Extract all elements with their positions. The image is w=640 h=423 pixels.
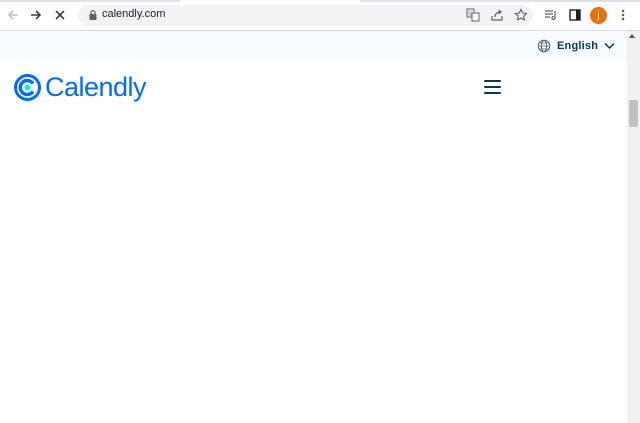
profile-avatar[interactable]: j xyxy=(590,7,607,24)
translate-icon[interactable]: G xyxy=(466,8,480,22)
logo-wordmark: Calendly xyxy=(45,71,147,102)
url-text[interactable]: calendly.com xyxy=(102,8,165,20)
globe-icon xyxy=(537,39,551,53)
vertical-scrollbar[interactable] xyxy=(627,31,640,423)
language-label: English xyxy=(557,40,599,52)
tab-strip-edge xyxy=(360,0,640,2)
forward-icon[interactable] xyxy=(27,6,45,24)
menu-kebab-icon[interactable] xyxy=(614,6,632,24)
browser-toolbar: calendly.com G j xyxy=(0,0,640,31)
avatar-letter: j xyxy=(597,10,600,21)
hamburger-menu-icon[interactable] xyxy=(484,80,501,94)
back-icon[interactable] xyxy=(4,6,22,24)
language-bar: English xyxy=(0,31,627,60)
share-icon[interactable] xyxy=(490,8,504,22)
stop-icon[interactable] xyxy=(51,6,69,24)
address-bar[interactable]: calendly.com G xyxy=(78,5,533,26)
chevron-down-icon xyxy=(604,42,615,50)
calendly-logo[interactable]: Calendly xyxy=(14,71,147,103)
scroll-up-arrow-icon[interactable] xyxy=(629,34,635,38)
page-viewport: English Calendly xyxy=(0,31,627,423)
language-selector[interactable]: English xyxy=(537,38,615,54)
svg-text:G: G xyxy=(468,12,472,18)
scrollbar-thumb[interactable] xyxy=(629,100,638,127)
bookmark-star-icon[interactable] xyxy=(514,8,528,22)
calendly-logo-mark-icon xyxy=(14,73,41,101)
reading-list-icon[interactable] xyxy=(542,6,560,24)
tab-strip-edge xyxy=(0,0,180,2)
side-panel-icon[interactable] xyxy=(566,6,584,24)
lock-icon[interactable] xyxy=(87,9,99,21)
